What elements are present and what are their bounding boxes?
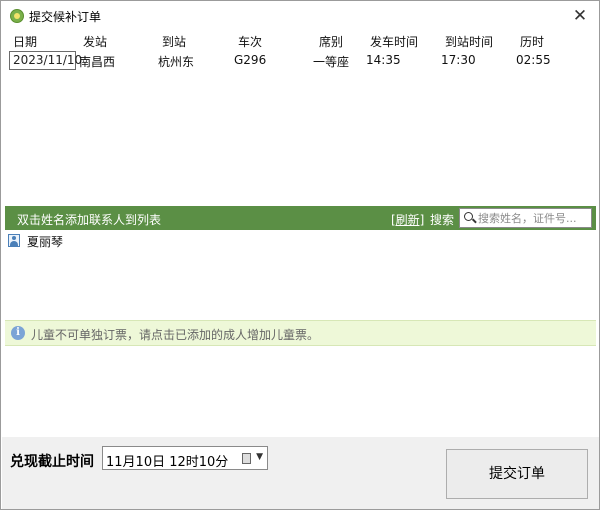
cell-from: 南昌西 [79,55,116,69]
cell-date[interactable]: 2023/11/10 [9,51,82,70]
train-grid: 2023/11/10 南昌西 杭州东 G296 一等座 14:35 17:30 … [5,50,595,205]
column-header-seat[interactable]: 席别 [319,33,343,50]
close-button[interactable]: ✕ [569,5,591,27]
contacts-toolbar: 双击姓名添加联系人到列表 [刷新] 搜索 [5,206,596,230]
title-bar: 提交候补订单 ✕ [1,1,599,31]
cell-depart: 14:35 [366,53,401,67]
deadline-label: 兑现截止时间 [10,454,94,470]
info-message: 儿童不可单独订票，请点击已添加的成人增加儿童票。 [31,328,320,342]
column-header-train[interactable]: 车次 [238,33,262,50]
column-header-date[interactable]: 日期 [13,33,37,50]
info-banner: i 儿童不可单独订票，请点击已添加的成人增加儿童票。 [5,320,596,346]
cell-duration: 02:55 [516,53,551,67]
person-icon [8,234,20,247]
order-dialog: 提交候补订单 ✕ 日期 发站 到站 车次 席别 发车时间 到站时间 历时 202… [0,0,600,510]
column-header-from[interactable]: 发站 [83,33,107,50]
refresh-link[interactable]: [刷新] [391,211,424,228]
search-label: 搜索 [430,213,455,227]
column-header-duration[interactable]: 历时 [520,33,544,50]
cell-train: G296 [234,53,267,67]
deadline-date-picker[interactable]: 11月10日 12时10分 ▼ [102,446,268,470]
footer-panel: 兑现截止时间 11月10日 12时10分 ▼ 提交订单 [2,437,599,509]
window-title: 提交候补订单 [29,10,102,24]
search-icon [464,212,473,221]
contact-name[interactable]: 夏丽琴 [27,233,63,250]
contact-list: 夏丽琴 [5,230,596,320]
search-input[interactable] [478,210,590,226]
column-header-to[interactable]: 到站 [162,33,186,50]
contacts-hint: 双击姓名添加联系人到列表 [17,213,162,227]
submit-order-button[interactable]: 提交订单 [446,449,588,499]
chevron-down-icon[interactable]: ▼ [256,452,263,462]
search-box[interactable] [459,208,592,228]
column-header-arrive[interactable]: 到站时间 [445,33,493,50]
deadline-value: 11月10日 12时10分 [106,455,229,470]
passenger-area [5,347,596,437]
cell-arrive: 17:30 [441,53,476,67]
train-grid-header: 日期 发站 到站 车次 席别 发车时间 到站时间 历时 [5,31,595,49]
column-header-depart[interactable]: 发车时间 [370,33,418,50]
cell-seat: 一等座 [313,55,350,69]
info-icon: i [11,326,25,340]
cell-to: 杭州东 [158,55,195,69]
calendar-icon[interactable] [242,453,251,464]
app-logo-icon [10,9,24,23]
